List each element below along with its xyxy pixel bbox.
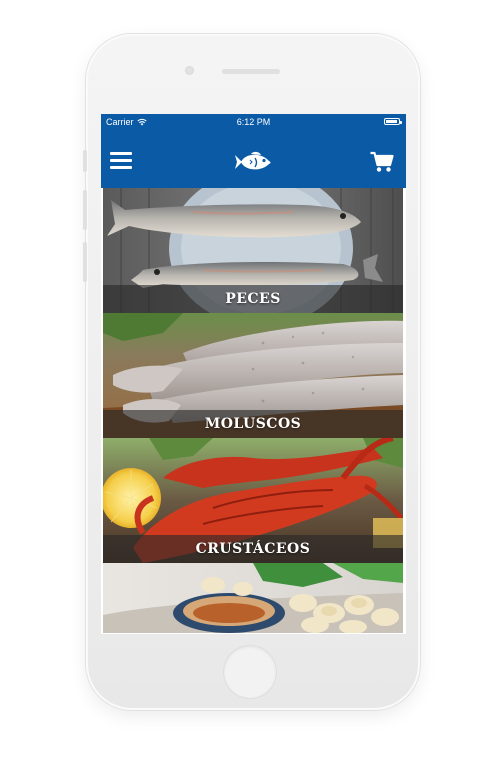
navigation-bar (101, 130, 406, 188)
battery-icon (384, 118, 402, 125)
shopping-cart-icon[interactable] (370, 151, 394, 173)
app-screen: Carrier 6:12 PM PECES MOLUSCOS CRUSTÁCEO… (101, 114, 406, 634)
status-time: 6:12 PM (236, 117, 271, 127)
earpiece-speaker (222, 69, 280, 74)
category-label-band: CRUSTÁCEOS (103, 535, 403, 563)
category-label: PECES (225, 291, 281, 307)
home-button[interactable] (224, 646, 276, 698)
hamburger-menu-icon[interactable] (110, 152, 132, 170)
battery-level-fill (386, 120, 397, 123)
category-card-moluscos[interactable]: MOLUSCOS (103, 313, 403, 438)
category-label-band: MOLUSCOS (103, 410, 403, 438)
fish-logo-icon (235, 151, 271, 170)
category-list: PECES MOLUSCOS CRUSTÁCEOS (103, 188, 403, 633)
prepared-dish-photo (103, 563, 403, 633)
category-card-platos[interactable] (103, 563, 403, 633)
category-label: CRUSTÁCEOS (195, 541, 311, 557)
phone-volume-up-button (83, 190, 87, 230)
status-bar: Carrier 6:12 PM (101, 114, 406, 130)
category-card-peces[interactable]: PECES (103, 188, 403, 313)
phone-mute-switch (83, 150, 87, 172)
phone-volume-down-button (83, 242, 87, 282)
category-card-crustaceos[interactable]: CRUSTÁCEOS (103, 438, 403, 563)
front-camera (185, 66, 194, 75)
category-label-band: PECES (103, 285, 403, 313)
category-label: MOLUSCOS (204, 416, 302, 432)
